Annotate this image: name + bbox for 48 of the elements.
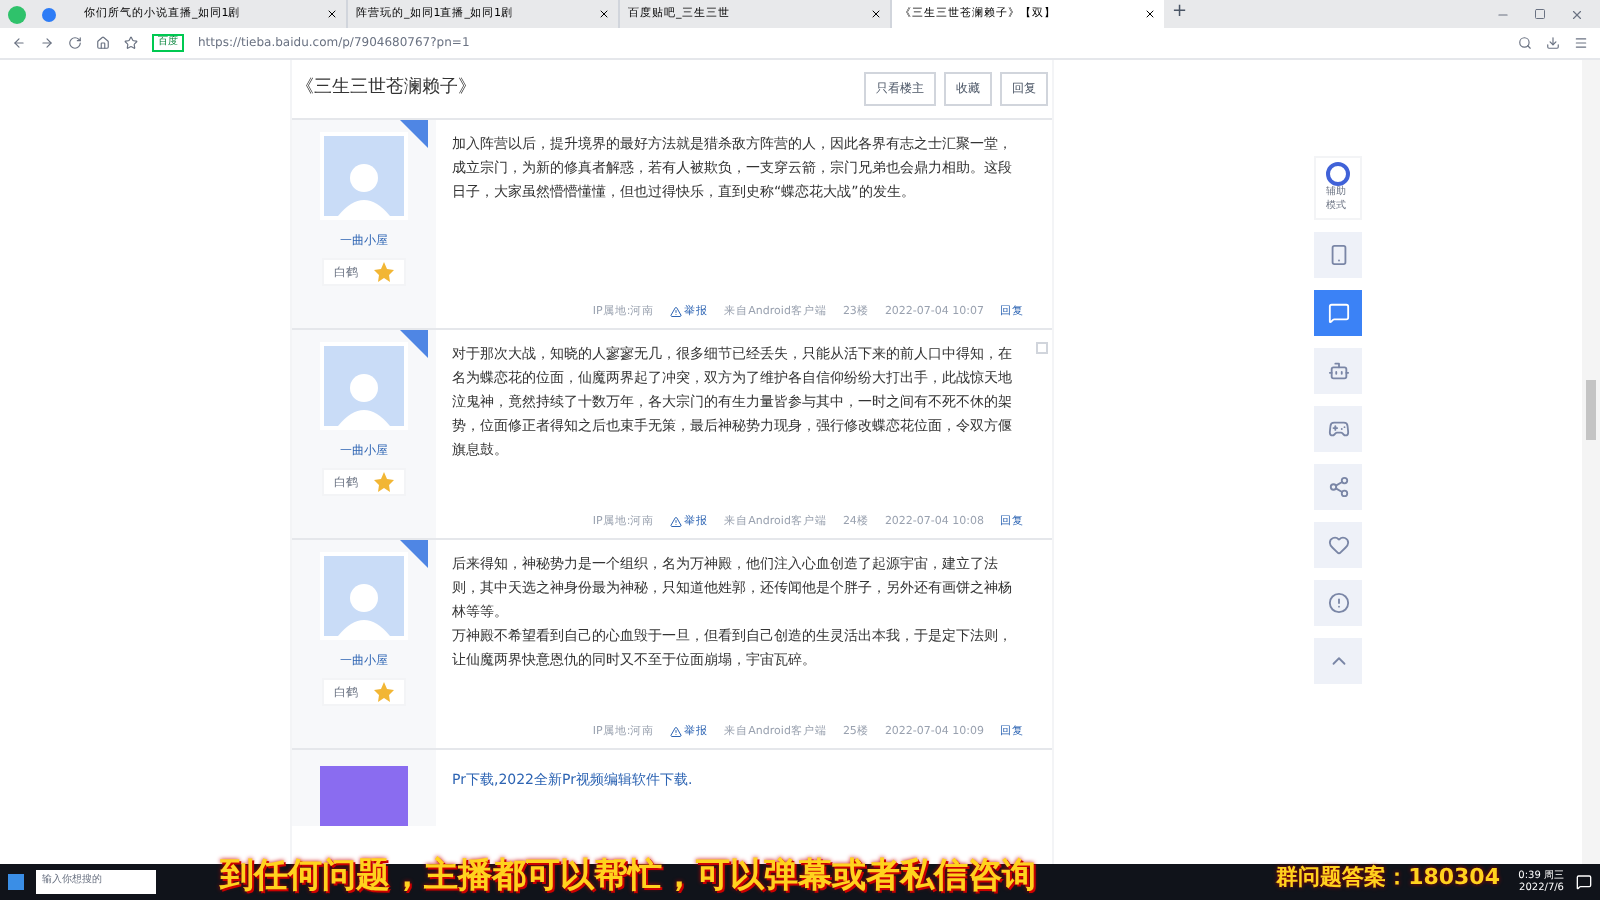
side-tool-button[interactable] <box>1314 580 1362 626</box>
collapse-toggle-icon[interactable] <box>1036 342 1048 354</box>
browser-logo-icon <box>8 5 26 23</box>
close-icon[interactable] <box>1144 8 1156 20</box>
side-tool-button[interactable] <box>1314 464 1362 510</box>
reload-icon[interactable] <box>68 36 82 50</box>
close-icon[interactable] <box>326 8 338 20</box>
warning-icon <box>670 305 683 318</box>
heart-icon <box>1327 534 1349 556</box>
notification-icon[interactable] <box>1576 874 1592 890</box>
start-icon[interactable] <box>8 874 24 890</box>
corner-ribbon-icon <box>400 330 428 358</box>
chat-icon <box>1327 302 1349 324</box>
side-tool-button[interactable] <box>1314 406 1362 452</box>
phone-icon <box>1327 244 1349 266</box>
side-tool-button[interactable] <box>1314 290 1362 336</box>
warning-icon <box>670 725 683 738</box>
share-icon <box>1327 476 1349 498</box>
home-icon[interactable] <box>96 36 110 50</box>
assist-icon <box>1326 162 1350 186</box>
answer-overlay: 群问题答案：180304 <box>1276 861 1500 894</box>
alert-icon <box>1327 592 1349 614</box>
ad-image-placeholder <box>320 766 408 826</box>
download-icon[interactable] <box>1546 36 1560 50</box>
corner-ribbon-icon <box>400 540 428 568</box>
star-medal-icon <box>374 262 394 282</box>
robot-icon <box>1327 360 1349 382</box>
side-tool-button[interactable] <box>1314 522 1362 568</box>
close-icon[interactable] <box>598 8 610 20</box>
app-icon <box>42 7 56 21</box>
menu-icon[interactable] <box>1574 36 1588 50</box>
maximize-icon[interactable] <box>1534 8 1546 20</box>
new-tab-button[interactable]: + <box>1172 0 1188 28</box>
scrollbar-thumb[interactable] <box>1586 380 1596 440</box>
side-tool-button[interactable] <box>1314 348 1362 394</box>
forward-icon[interactable] <box>40 36 54 50</box>
subtitle-overlay: 到任何问题，主播都可以帮忙，可以弹幕或者私信咨询 <box>220 854 1036 900</box>
corner-ribbon-icon <box>400 120 428 148</box>
close-icon[interactable] <box>870 8 882 20</box>
side-tool-button[interactable] <box>1314 232 1362 278</box>
thread-title: 《三生三世苍澜赖子》 <box>296 75 478 102</box>
star-medal-icon <box>374 682 394 702</box>
search-icon[interactable] <box>1518 36 1532 50</box>
gamepad-icon <box>1327 418 1349 440</box>
back-icon[interactable] <box>12 36 26 50</box>
warning-icon <box>670 515 683 528</box>
star-icon[interactable] <box>124 36 138 50</box>
star-medal-icon <box>374 472 394 492</box>
